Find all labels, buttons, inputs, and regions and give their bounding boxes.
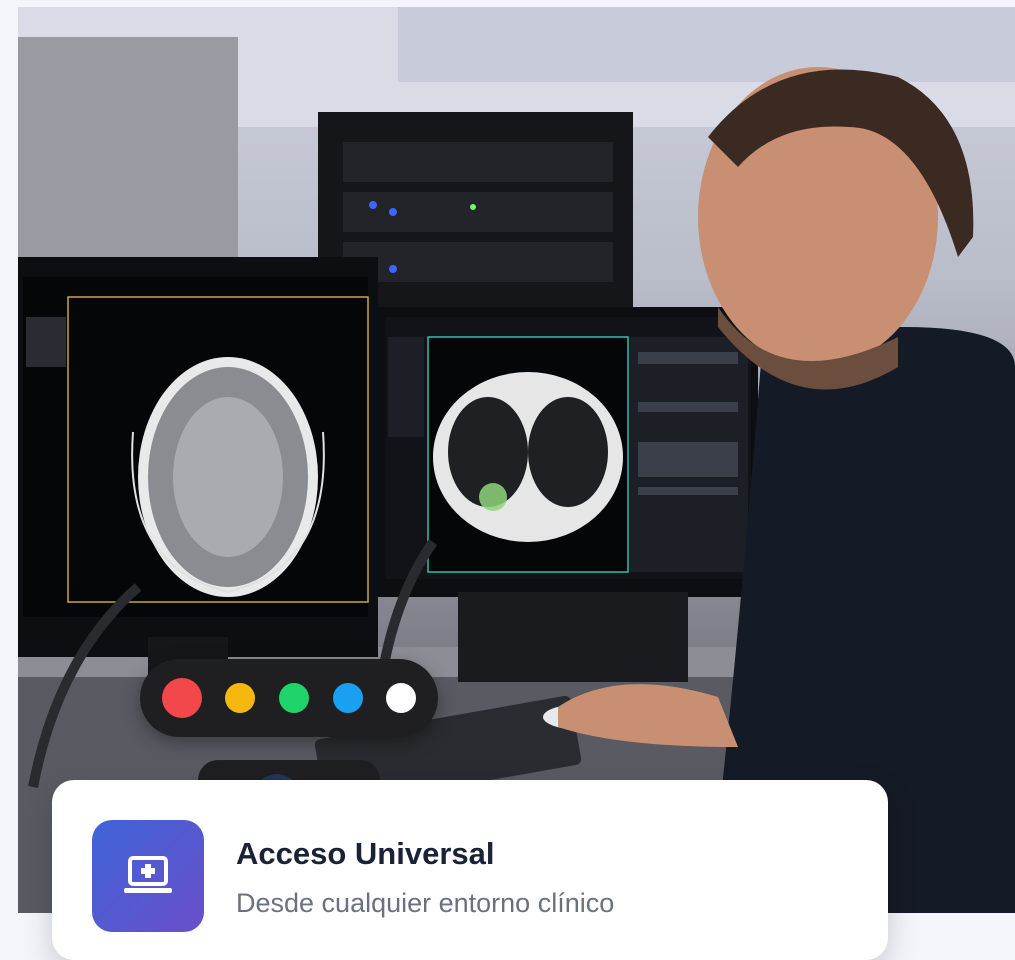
color-palette <box>140 659 438 737</box>
laptop-medical-icon <box>92 820 204 932</box>
hero-photo <box>18 7 1015 913</box>
color-swatch-red[interactable] <box>161 678 202 718</box>
feature-subtitle: Desde cualquier entorno clínico <box>236 888 615 918</box>
color-swatch-yellow[interactable] <box>225 683 256 713</box>
feature-card: Acceso Universal Desde cualquier entorno… <box>52 780 888 960</box>
color-swatch-blue[interactable] <box>332 683 363 713</box>
monitor-right <box>378 307 758 682</box>
monitor-left <box>18 257 378 697</box>
color-swatch-green[interactable] <box>278 683 309 713</box>
feature-title: Acceso Universal <box>236 836 495 871</box>
color-swatch-white[interactable] <box>386 683 417 713</box>
